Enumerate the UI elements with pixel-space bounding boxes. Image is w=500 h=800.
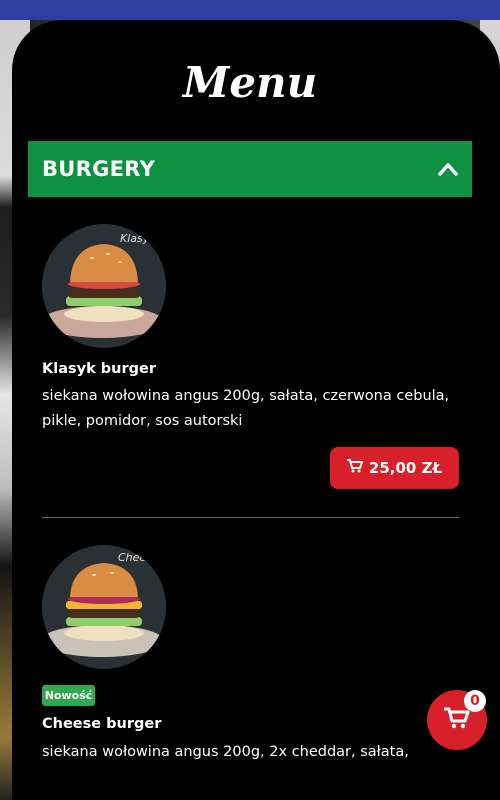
item-description-line: siekana wołowina angus 200g, sałata, cze… (42, 388, 450, 404)
cart-icon (346, 459, 363, 477)
item-description-line: siekana wołowina angus 200g, 2x cheddar,… (42, 744, 409, 760)
item-divider (42, 517, 459, 518)
category-header-burgery[interactable]: BURGERY (28, 141, 472, 197)
item-description: siekana wołowina angus 200g, 2x cheddar,… (42, 740, 462, 765)
page-title: Menu (182, 58, 318, 107)
category-label: BURGERY (42, 157, 156, 181)
item-photo-cheese[interactable]: Cheese (42, 545, 166, 669)
new-badge: Nowość (42, 685, 95, 706)
item-description: siekana wołowina angus 200g, sałata, cze… (42, 384, 462, 434)
cart-count-badge: 0 (464, 690, 486, 712)
add-to-cart-button[interactable]: 25,00 ZŁ (330, 447, 459, 489)
item-description-line: pikle, pomidor, sos autorski (42, 413, 243, 429)
chevron-up-icon (438, 162, 458, 176)
item-name: Cheese burger (42, 716, 162, 732)
cart-icon (444, 707, 470, 733)
item-name: Klasyk burger (42, 361, 156, 377)
price-label: 25,00 ZŁ (368, 459, 443, 477)
status-bar (0, 0, 500, 20)
item-photo-klasyk[interactable]: Klasyk (42, 224, 166, 348)
